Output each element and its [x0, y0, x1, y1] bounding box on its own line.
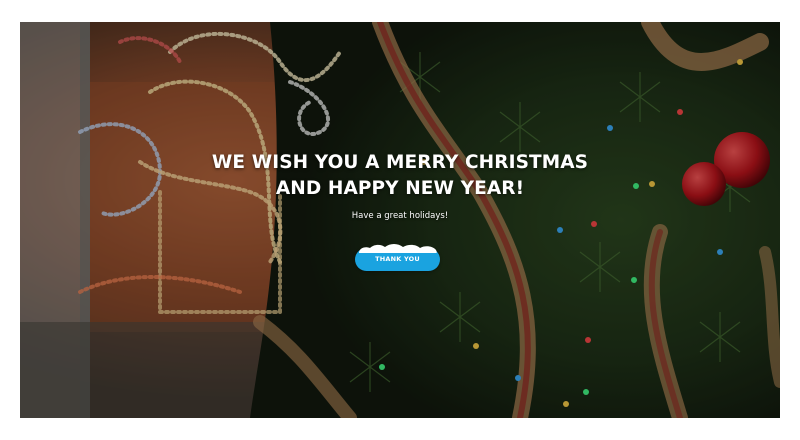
hero-content: WE WISH YOU A MERRY CHRISTMAS AND HAPPY …: [20, 22, 780, 418]
thank-you-button-wrapper: THANK YOU: [353, 241, 442, 273]
headline-line-1: WE WISH YOU A MERRY CHRISTMAS: [211, 152, 589, 173]
snow-cap-icon: [359, 244, 437, 253]
hero-banner: WE WISH YOU A MERRY CHRISTMAS AND HAPPY …: [20, 22, 780, 418]
subtitle: Have a great holidays!: [351, 211, 449, 221]
headline-line-2: AND HAPPY NEW YEAR!: [275, 178, 525, 199]
